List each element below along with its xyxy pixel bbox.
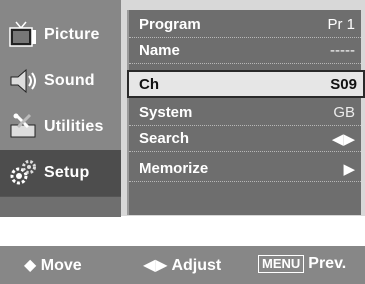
sidebar-item-label: Utilities [44,118,104,135]
row-value: GB [333,104,355,121]
move-label: Move [40,257,82,274]
adjust-hint: ◀▶ Adjust [143,255,221,275]
menu-row-name[interactable]: Name ----- [129,38,361,64]
osd-panel: Picture Sound Utilities Setup Program Pr… [0,0,365,217]
row-label: Program [139,16,201,33]
row-value: S09 [330,76,357,93]
tv-icon [9,21,36,47]
menu-row-system[interactable]: System GB [129,100,361,126]
move-hint: ◆ Move [24,255,82,275]
prev-hint: MENU Prev. [258,255,346,273]
left-right-arrow-icon: ◀▶ [143,257,168,274]
sidebar-item-utilities[interactable]: Utilities [0,104,121,150]
menu-key: MENU [258,255,305,273]
sidebar-item-label: Sound [44,72,95,89]
left-right-arrow-icon: ◀▶ [331,131,355,148]
sidebar-item-label: Setup [44,164,90,181]
help-bar: ◆ Move ◀▶ Adjust MENU Prev. [0,246,365,284]
row-label: System [139,104,193,121]
menu-row-search[interactable]: Search ◀▶ [129,126,361,152]
sidebar-item-label: Picture [44,26,100,43]
gears-icon [10,160,36,185]
right-arrow-icon: ▶ [343,161,355,178]
sidebar-item-picture[interactable]: Picture [0,12,121,58]
sidebar-item-sound[interactable]: Sound [0,58,121,104]
row-label: Ch [139,76,159,93]
sidebar-footer-strip [0,196,121,217]
up-down-arrow-icon: ◆ [24,257,37,274]
sidebar-item-setup[interactable]: Setup [0,150,121,196]
prev-label: Prev. [308,255,347,272]
sidebar: Picture Sound Utilities Setup [0,0,121,217]
row-value: ----- [330,42,355,59]
row-label: Name [139,42,180,59]
menu-row-ch[interactable]: Ch S09 [127,70,365,98]
speaker-icon [10,68,36,94]
tools-icon [10,113,36,138]
row-label: Memorize [139,160,209,177]
menu-row-program[interactable]: Program Pr 1 [129,12,361,38]
row-value: Pr 1 [327,16,355,33]
setup-menu: Program Pr 1 Name ----- Ch S09 System GB… [127,10,365,215]
adjust-label: Adjust [171,257,222,274]
menu-row-memorize[interactable]: Memorize ▶ [129,156,361,182]
row-label: Search [139,130,190,147]
